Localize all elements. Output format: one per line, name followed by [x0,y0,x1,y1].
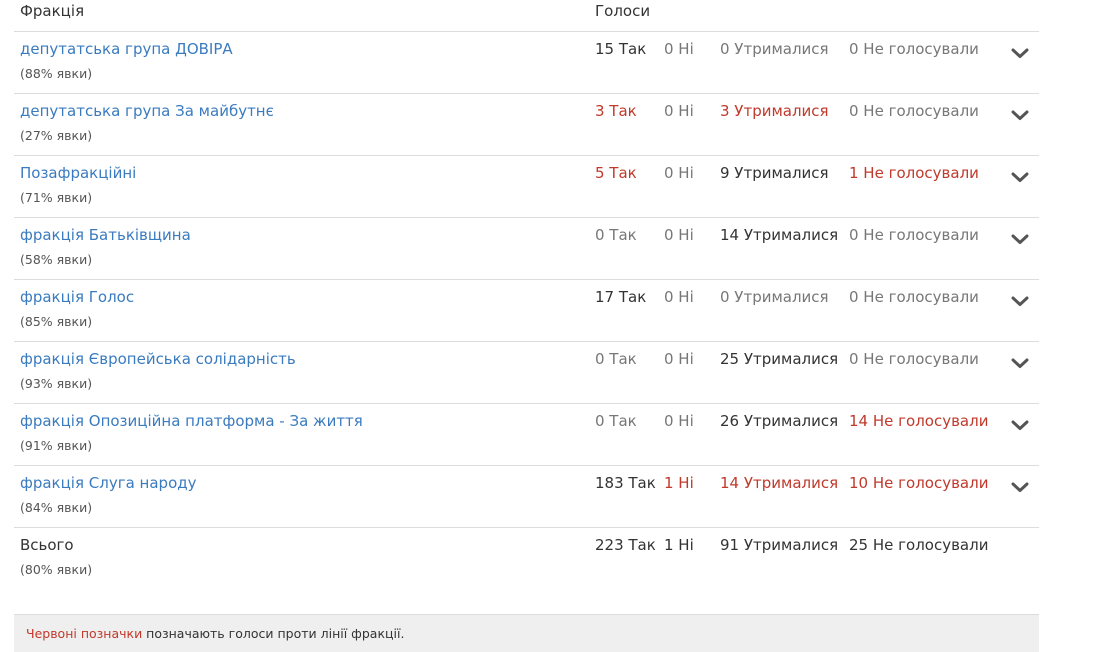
table-row: депутатська група ДОВІРА (88% явки) 15 Так… [14,32,1039,94]
yes-votes: 5 Так [595,164,637,182]
faction-turnout: (58% явки) [20,252,93,267]
not-voted-votes: 0 Не голосували [849,40,979,58]
no-votes: 0 Ні [664,40,694,58]
no-votes: 1 Ні [664,474,694,492]
total-not-voted: 25 Не голосували [849,536,989,554]
not-voted-votes: 0 Не голосували [849,350,979,368]
yes-votes: 0 Так [595,226,637,244]
table-row: фракція Слуга народу (84% явки) 183 Так 1 Н… [14,466,1039,528]
faction-turnout: (93% явки) [20,376,93,391]
abstained-votes: 14 Утрималися [720,226,839,244]
no-votes: 0 Ні [664,164,694,182]
faction-turnout: (88% явки) [20,66,93,81]
yes-votes: 0 Так [595,350,637,368]
faction-turnout: (27% явки) [20,128,93,143]
abstained-votes: 14 Утрималися [720,474,839,492]
legend-note-text: Червоні позначки позначають голоси проти… [26,626,404,641]
chevron-down-icon[interactable] [1009,230,1031,248]
total-row: Всього (80% явки) 223 Так 1 Ні 91 Утрима… [14,528,1039,590]
chevron-down-icon[interactable] [1009,478,1031,496]
faction-turnout: (71% явки) [20,190,93,205]
table-body: депутатська група ДОВІРА (88% явки) 15 Так… [14,32,1039,528]
abstained-votes: 0 Утрималися [720,288,829,306]
yes-votes: 3 Так [595,102,637,120]
total-abstained: 91 Утрималися [720,536,839,554]
yes-votes: 0 Так [595,412,637,430]
no-votes: 0 Ні [664,350,694,368]
chevron-down-icon[interactable] [1009,292,1031,310]
not-voted-votes: 14 Не голосували [849,412,989,430]
abstained-votes: 25 Утрималися [720,350,839,368]
not-voted-votes: 0 Не голосували [849,102,979,120]
chevron-down-icon[interactable] [1009,44,1031,62]
legend-note: Червоні позначки позначають голоси проти… [14,614,1039,652]
chevron-down-icon[interactable] [1009,106,1031,124]
no-votes: 0 Ні [664,226,694,244]
faction-turnout: (84% явки) [20,500,93,515]
no-votes: 0 Ні [664,288,694,306]
chevron-down-icon[interactable] [1009,354,1031,372]
abstained-votes: 9 Утрималися [720,164,829,182]
faction-name-link[interactable]: депутатська група ДОВІРА [20,40,233,58]
faction-votes-table: Фракція Голоси депутатська група ДОВІРА (… [14,0,1039,590]
legend-note-rest: позначають голоси проти лінії фракції. [142,626,405,641]
faction-turnout: (91% явки) [20,438,93,453]
chevron-down-icon[interactable] [1009,168,1031,186]
not-voted-votes: 0 Не голосували [849,288,979,306]
table-row: фракція Голос (85% явки) 17 Так 0 Ні 0 Утрим… [14,280,1039,342]
not-voted-votes: 10 Не голосували [849,474,989,492]
chevron-down-icon[interactable] [1009,416,1031,434]
abstained-votes: 0 Утрималися [720,40,829,58]
table-row: депутатська група За майбутнє (27% явки) 3… [14,94,1039,156]
faction-turnout: (85% явки) [20,314,93,329]
abstained-votes: 3 Утрималися [720,102,829,120]
faction-column-header: Фракція [20,2,85,20]
total-turnout: (80% явки) [20,562,93,577]
faction-name-link[interactable]: депутатська група За майбутнє [20,102,274,120]
faction-name-link[interactable]: фракція Слуга народу [20,474,197,492]
yes-votes: 183 Так [595,474,656,492]
total-yes: 223 Так [595,536,656,554]
abstained-votes: 26 Утрималися [720,412,839,430]
not-voted-votes: 0 Не голосували [849,226,979,244]
table-row: Позафракційні (71% явки) 5 Так 0 Ні 9 Утрима… [14,156,1039,218]
table-row: фракція Опозиційна платформа - За життя (… [14,404,1039,466]
faction-name-link[interactable]: фракція Європейська солідарність [20,350,296,368]
faction-name-link[interactable]: фракція Опозиційна платформа - За життя [20,412,363,430]
no-votes: 0 Ні [664,412,694,430]
votes-column-header: Голоси [595,2,651,20]
yes-votes: 17 Так [595,288,647,306]
yes-votes: 15 Так [595,40,647,58]
table-header: Фракція Голоси [14,0,1039,32]
faction-name-link[interactable]: фракція Голос [20,288,134,306]
total-label: Всього [20,536,74,554]
faction-name-link[interactable]: фракція Батьківщина [20,226,191,244]
not-voted-votes: 1 Не голосували [849,164,979,182]
table-row: фракція Європейська солідарність (93% явк… [14,342,1039,404]
faction-name-link[interactable]: Позафракційні [20,164,136,182]
table-row: фракція Батьківщина (58% явки) 0 Так 0 Ні 14… [14,218,1039,280]
total-no: 1 Ні [664,536,694,554]
no-votes: 0 Ні [664,102,694,120]
legend-note-highlight: Червоні позначки [26,626,143,641]
